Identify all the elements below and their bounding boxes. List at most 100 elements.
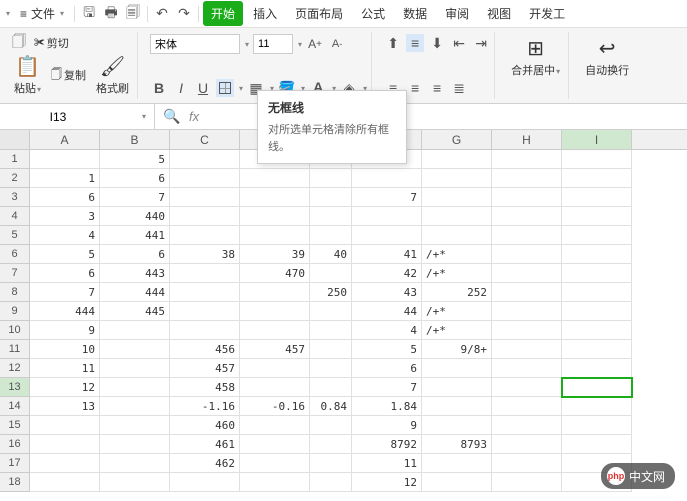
cell[interactable] <box>562 321 632 340</box>
cell[interactable]: 40 <box>310 245 352 264</box>
format-painter-button[interactable]: 🖌格式刷 <box>92 52 133 98</box>
cell[interactable] <box>240 321 310 340</box>
cell[interactable] <box>240 435 310 454</box>
cell[interactable]: 6 <box>30 264 100 283</box>
cell[interactable] <box>492 321 562 340</box>
cell[interactable]: 12 <box>30 378 100 397</box>
cell[interactable] <box>170 169 240 188</box>
cell[interactable]: 445 <box>100 302 170 321</box>
row-header[interactable]: 15 <box>0 416 30 435</box>
cell[interactable] <box>562 150 632 169</box>
row-header[interactable]: 13 <box>0 378 30 397</box>
cell[interactable] <box>310 416 352 435</box>
cell[interactable]: 1.84 <box>352 397 422 416</box>
cell[interactable] <box>492 397 562 416</box>
cell[interactable] <box>240 302 310 321</box>
cell[interactable]: 7 <box>100 188 170 207</box>
cell[interactable]: 6 <box>30 188 100 207</box>
cell[interactable]: 252 <box>422 283 492 302</box>
cell[interactable] <box>100 454 170 473</box>
save-icon[interactable]: 🖫 <box>79 4 99 24</box>
cell[interactable]: 6 <box>100 169 170 188</box>
tab-page-layout[interactable]: 页面布局 <box>287 1 351 26</box>
cell[interactable] <box>100 416 170 435</box>
cell[interactable] <box>492 340 562 359</box>
cell[interactable] <box>492 435 562 454</box>
cell[interactable] <box>240 378 310 397</box>
cell[interactable]: 4 <box>30 226 100 245</box>
cell[interactable] <box>240 416 310 435</box>
cell[interactable] <box>562 207 632 226</box>
cell[interactable] <box>562 188 632 207</box>
cell[interactable] <box>562 169 632 188</box>
chevron-down-icon[interactable]: ▾ <box>142 112 146 121</box>
row-header[interactable]: 17 <box>0 454 30 473</box>
file-menu[interactable]: ≡ 文件 ▾ <box>14 3 70 24</box>
cell[interactable]: 41 <box>352 245 422 264</box>
cell[interactable] <box>310 378 352 397</box>
cell[interactable]: 7 <box>30 283 100 302</box>
cell[interactable] <box>562 340 632 359</box>
cell[interactable] <box>422 150 492 169</box>
cell[interactable] <box>562 397 632 416</box>
col-header-B[interactable]: B <box>100 130 170 149</box>
name-box-input[interactable] <box>8 110 108 124</box>
decrease-font-icon[interactable]: A- <box>328 35 346 53</box>
cell[interactable] <box>492 226 562 245</box>
cell[interactable] <box>562 283 632 302</box>
decrease-indent-icon[interactable]: ⇤ <box>450 34 468 52</box>
increase-font-icon[interactable]: A+ <box>306 35 324 53</box>
cell[interactable] <box>352 207 422 226</box>
row-header[interactable]: 10 <box>0 321 30 340</box>
col-header-C[interactable]: C <box>170 130 240 149</box>
cell[interactable] <box>562 416 632 435</box>
cell[interactable] <box>170 226 240 245</box>
cell[interactable]: 456 <box>170 340 240 359</box>
zoom-icon[interactable]: 🔍 <box>163 108 181 126</box>
spreadsheet-grid[interactable]: A B C D E F G H I 1521636774344054441656… <box>0 130 687 492</box>
cell[interactable] <box>492 416 562 435</box>
cell[interactable] <box>170 150 240 169</box>
italic-icon[interactable]: I <box>172 79 190 97</box>
cell[interactable]: -1.16 <box>170 397 240 416</box>
cell[interactable] <box>422 207 492 226</box>
row-header[interactable]: 7 <box>0 264 30 283</box>
cell[interactable] <box>310 207 352 226</box>
cell[interactable] <box>30 150 100 169</box>
cell[interactable]: 4 <box>352 321 422 340</box>
cell[interactable]: 8792 <box>352 435 422 454</box>
cell[interactable] <box>30 454 100 473</box>
cell[interactable] <box>352 169 422 188</box>
cell[interactable]: 5 <box>30 245 100 264</box>
font-size-select[interactable] <box>253 34 293 54</box>
cell[interactable] <box>562 302 632 321</box>
cell[interactable] <box>170 473 240 492</box>
chevron-down-icon[interactable]: ▾ <box>245 40 249 49</box>
cell[interactable] <box>562 359 632 378</box>
row-header[interactable]: 2 <box>0 169 30 188</box>
tab-insert[interactable]: 插入 <box>245 1 285 26</box>
cell[interactable] <box>310 359 352 378</box>
cell[interactable]: 441 <box>100 226 170 245</box>
bold-icon[interactable]: B <box>150 79 168 97</box>
cell[interactable] <box>492 169 562 188</box>
tab-formula[interactable]: 公式 <box>353 1 393 26</box>
cell[interactable] <box>170 283 240 302</box>
align-top-icon[interactable]: ⬆ <box>384 34 402 52</box>
row-header[interactable]: 9 <box>0 302 30 321</box>
cell[interactable] <box>422 378 492 397</box>
cell[interactable] <box>240 207 310 226</box>
cell[interactable]: -0.16 <box>240 397 310 416</box>
cut-button[interactable]: ✀剪切 <box>32 34 71 52</box>
cell[interactable]: 1 <box>30 169 100 188</box>
cell[interactable] <box>422 359 492 378</box>
cell[interactable]: 444 <box>30 302 100 321</box>
cell[interactable] <box>492 207 562 226</box>
cell[interactable] <box>170 207 240 226</box>
align-center-icon[interactable]: ≡ <box>406 79 424 97</box>
cell[interactable]: 444 <box>100 283 170 302</box>
cell[interactable]: 12 <box>352 473 422 492</box>
cell[interactable] <box>422 169 492 188</box>
col-header-A[interactable]: A <box>30 130 100 149</box>
cell[interactable] <box>492 188 562 207</box>
